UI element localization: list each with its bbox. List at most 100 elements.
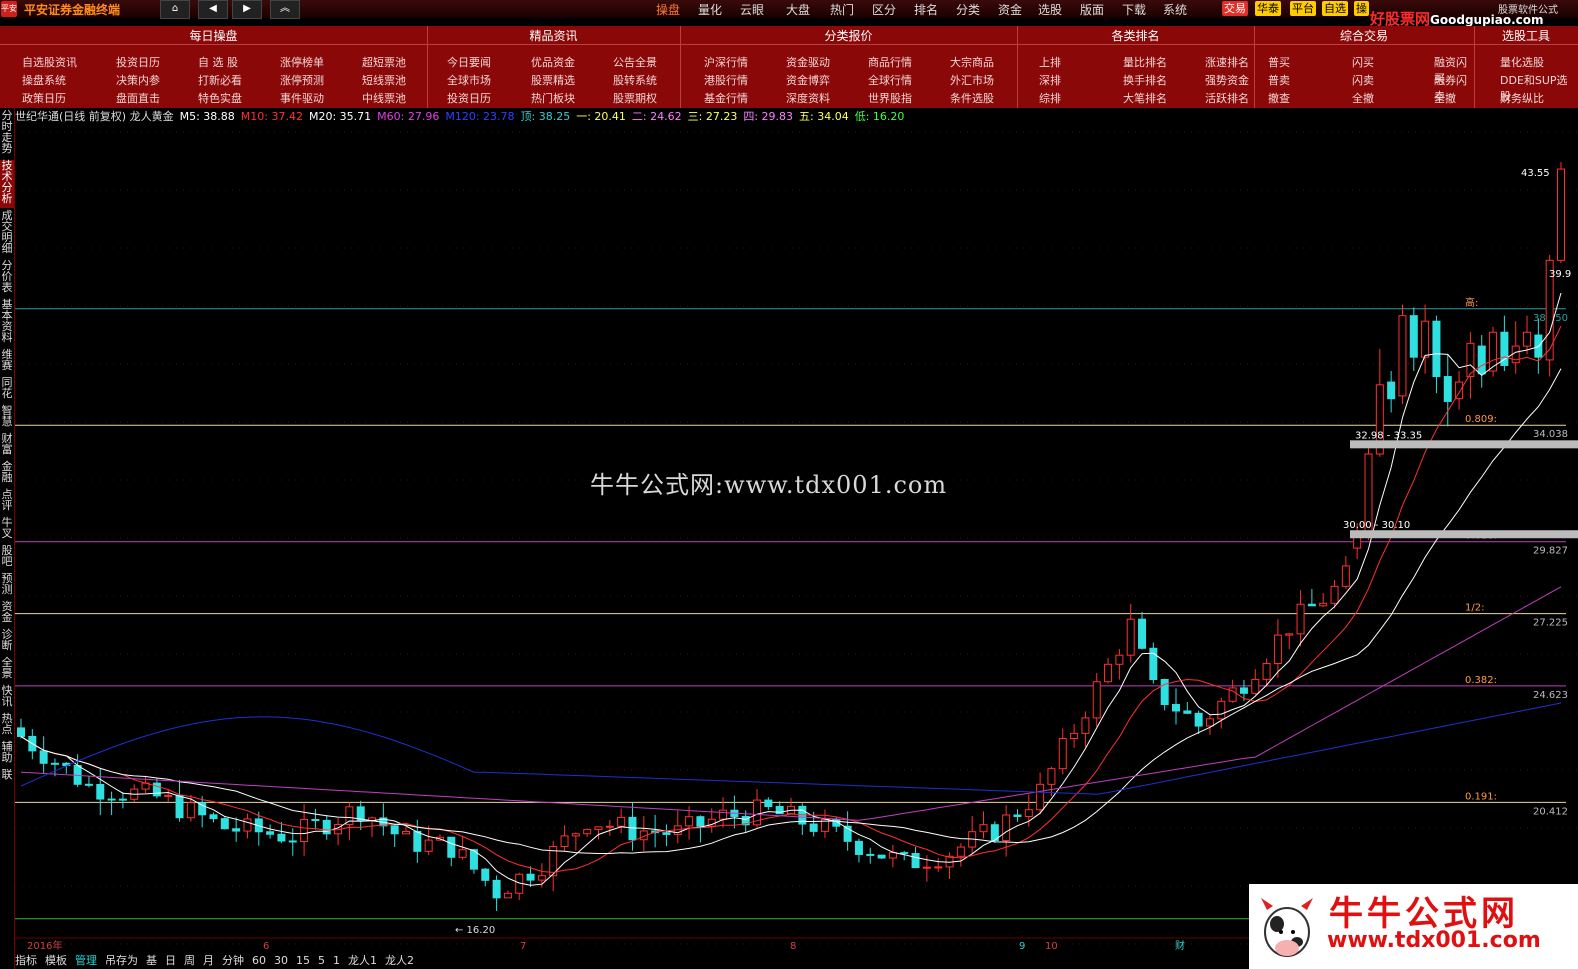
top-menu-item[interactable]: 版面 — [1080, 1, 1104, 18]
sidebar-item[interactable]: 智慧 — [0, 405, 14, 431]
sidebar-item[interactable]: 成交明细 — [0, 210, 14, 258]
sidebar-item[interactable]: 技术分析 — [0, 160, 14, 208]
bottom-tab[interactable]: 模板 — [45, 954, 67, 967]
bottom-tab[interactable]: 指标 — [15, 954, 37, 967]
menu-item[interactable]: 综排 — [1039, 90, 1061, 106]
menu-item[interactable]: 中线票池 — [362, 90, 406, 106]
menu-column-title[interactable]: 每日操盘 — [0, 27, 427, 45]
sidebar-item[interactable]: 全景 — [0, 657, 14, 683]
menu-item[interactable]: 强势资金 — [1205, 72, 1249, 88]
sidebar-item[interactable]: 基本资料 — [0, 299, 14, 347]
bottom-tab[interactable]: 日 — [165, 954, 176, 967]
menu-item[interactable]: 政策日历 — [22, 90, 66, 106]
menu-item[interactable]: 投资日历 — [447, 90, 491, 106]
home-icon[interactable]: ⌂ — [160, 0, 190, 19]
bottom-tab[interactable]: 5 — [318, 954, 325, 967]
menu-item[interactable]: 热门板块 — [531, 90, 575, 106]
kline-chart[interactable]: 高:38.2500.809:34.0380.618:29.8271/2:27.2… — [15, 122, 1578, 952]
menu-item[interactable]: 基金行情 — [704, 90, 748, 106]
menu-item[interactable]: 商品行情 — [868, 54, 912, 70]
top-menu-item[interactable]: 选股 — [1038, 1, 1062, 18]
menu-item[interactable]: 决策内参 — [116, 72, 160, 88]
bottom-tab[interactable]: 分钟 — [222, 954, 244, 967]
menu-item[interactable]: 财务纵比 — [1500, 90, 1544, 106]
menu-item[interactable]: 世界股指 — [868, 90, 912, 106]
menu-item[interactable]: 量比排名 — [1123, 54, 1167, 70]
bottom-tab[interactable]: 60 — [252, 954, 266, 967]
trade-button[interactable]: 操 — [1354, 1, 1369, 16]
menu-item[interactable]: 上排 — [1039, 54, 1061, 70]
top-menu-item[interactable]: 量化 — [698, 1, 722, 18]
sidebar-item[interactable]: 联 — [0, 769, 14, 784]
menu-column-title[interactable]: 选股工具 — [1474, 27, 1578, 45]
menu-item[interactable]: 资金驱动 — [786, 54, 830, 70]
top-menu-item[interactable]: 分类 — [956, 1, 980, 18]
menu-item[interactable]: 特色实盘 — [198, 90, 242, 106]
bottom-tab[interactable]: 月 — [203, 954, 214, 967]
menu-item[interactable]: 投资日历 — [116, 54, 160, 70]
menu-item[interactable]: 全球行情 — [868, 72, 912, 88]
menu-item[interactable]: 打新必看 — [198, 72, 242, 88]
menu-item[interactable]: 闪卖 — [1352, 72, 1374, 88]
menu-item[interactable]: 盘面直击 — [116, 90, 160, 106]
trade-button[interactable]: 平台 — [1290, 1, 1316, 16]
menu-item[interactable]: 涨速排名 — [1205, 54, 1249, 70]
menu-item[interactable]: 港股行情 — [704, 72, 748, 88]
trade-button[interactable]: 交易 — [1222, 1, 1248, 16]
menu-item[interactable]: 普卖 — [1268, 72, 1290, 88]
menu-item[interactable]: 超短票池 — [362, 54, 406, 70]
top-menu-item[interactable]: 系统 — [1163, 1, 1187, 18]
bottom-tab[interactable]: 基 — [146, 954, 157, 967]
trade-button[interactable]: 华泰 — [1255, 1, 1281, 16]
top-menu-item[interactable]: 大盘 — [786, 1, 810, 18]
bottom-tab[interactable]: 龙人1 — [348, 954, 377, 967]
menu-item[interactable]: 全撤 — [1434, 90, 1456, 106]
sidebar-item[interactable]: 快讯 — [0, 685, 14, 711]
menu-item[interactable]: 事件驱动 — [280, 90, 324, 106]
sidebar-item[interactable]: 资金 — [0, 601, 14, 627]
bottom-tab[interactable]: 15 — [296, 954, 310, 967]
top-menu-item[interactable]: 云眼 — [740, 1, 764, 18]
menu-item[interactable]: 股转系统 — [613, 72, 657, 88]
menu-item[interactable]: 换手排名 — [1123, 72, 1167, 88]
top-menu-item[interactable]: 排名 — [914, 1, 938, 18]
menu-item[interactable]: 外汇市场 — [950, 72, 994, 88]
menu-item[interactable]: 资金博弈 — [786, 72, 830, 88]
menu-item[interactable]: 全撤 — [1352, 90, 1374, 106]
sidebar-item[interactable]: 财富 — [0, 433, 14, 459]
sidebar-item[interactable]: 维赛 — [0, 349, 14, 375]
menu-column-title[interactable]: 精品资讯 — [427, 27, 680, 45]
menu-item[interactable]: 活跃排名 — [1205, 90, 1249, 106]
menu-item[interactable]: 股票期权 — [613, 90, 657, 106]
bottom-tab[interactable]: 龙人2 — [385, 954, 414, 967]
menu-item[interactable]: 涨停榜单 — [280, 54, 324, 70]
sidebar-item[interactable]: 辅助 — [0, 741, 14, 767]
ad-box[interactable]: 牛牛公式网 www.tdx001.com — [1249, 884, 1578, 969]
menu-item[interactable]: 今日要闻 — [447, 54, 491, 70]
bottom-tab[interactable]: 吊存为 — [105, 954, 138, 967]
sidebar-item[interactable]: 预测 — [0, 573, 14, 599]
menu-item[interactable]: 操盘系统 — [22, 72, 66, 88]
sidebar-item[interactable]: 点评 — [0, 489, 14, 515]
menu-item[interactable]: 自 选 股 — [198, 54, 238, 70]
top-menu-item[interactable]: 热门 — [830, 1, 854, 18]
menu-item[interactable]: 量化选股 — [1500, 54, 1544, 70]
menu-column-title[interactable]: 各类排名 — [1017, 27, 1254, 45]
menu-column-title[interactable]: 综合交易 — [1254, 27, 1474, 45]
menu-item[interactable]: 条件选股 — [950, 90, 994, 106]
sidebar-item[interactable]: 股吧 — [0, 545, 14, 571]
back-arrow-icon[interactable]: ◀ — [198, 0, 228, 19]
collapse-up-icon[interactable]: ︽ — [270, 0, 300, 19]
menu-item[interactable]: 深排 — [1039, 72, 1061, 88]
menu-item[interactable]: 涨停预测 — [280, 72, 324, 88]
menu-column-title[interactable]: 分类报价 — [680, 27, 1017, 45]
bottom-tab[interactable]: 30 — [274, 954, 288, 967]
menu-item[interactable]: 全球市场 — [447, 72, 491, 88]
menu-item[interactable]: 优品资金 — [531, 54, 575, 70]
menu-item[interactable]: 闪买 — [1352, 54, 1374, 70]
sidebar-item[interactable]: 分时走势 — [0, 110, 14, 158]
bottom-tab[interactable]: 周 — [184, 954, 195, 967]
sidebar-item[interactable]: 分价表 — [0, 260, 14, 297]
bottom-tab[interactable]: 1 — [333, 954, 340, 967]
menu-item[interactable]: 大笔排名 — [1123, 90, 1167, 106]
